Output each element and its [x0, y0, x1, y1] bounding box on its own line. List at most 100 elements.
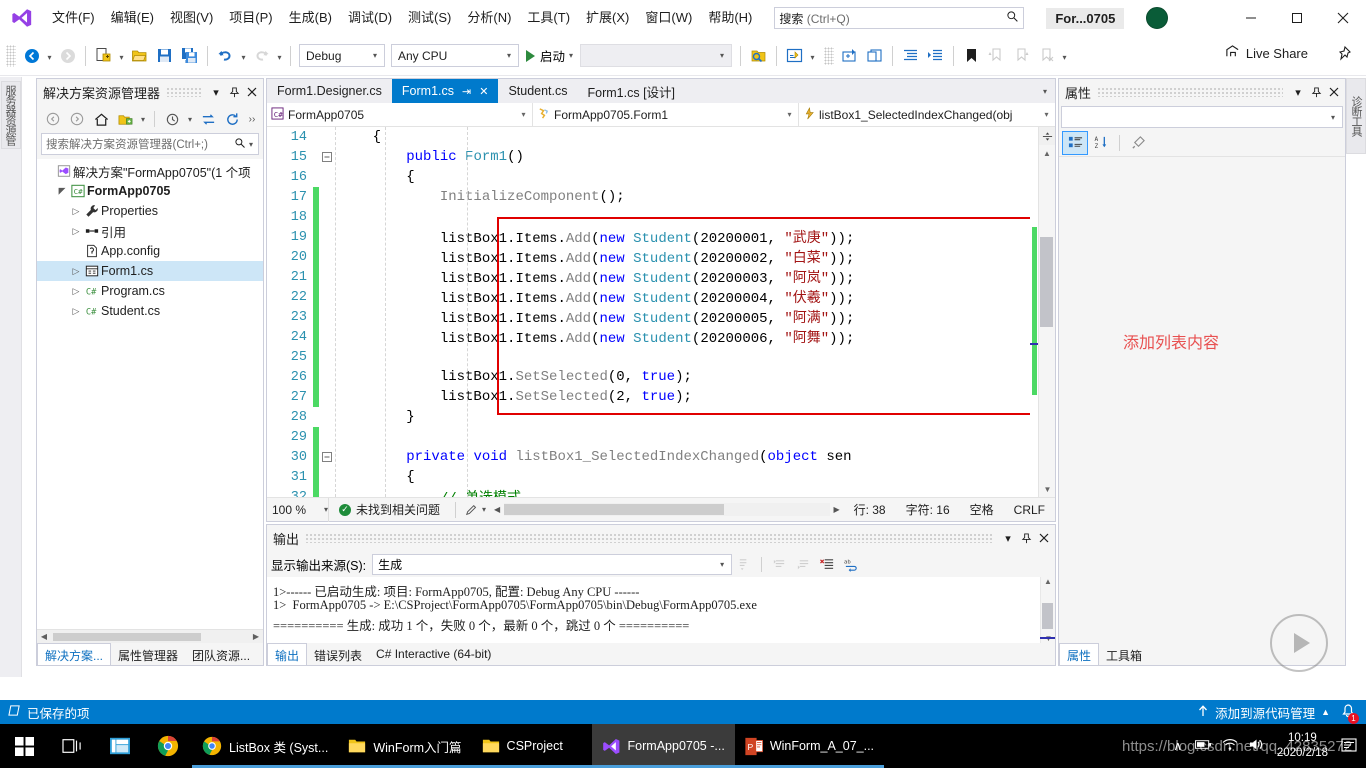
menu-item-extensions[interactable]: 扩展(X): [578, 5, 637, 31]
sidebar-item-server-explorer[interactable]: 服务器资源管理器: [1, 81, 21, 149]
minimize-button[interactable]: [1228, 0, 1274, 36]
taskbar-item-listbox-doc[interactable]: ListBox 类 (Syst...: [192, 724, 339, 768]
chevron-down-icon[interactable]: ▾: [137, 107, 149, 131]
expander-collapsed-icon[interactable]: ▷: [69, 226, 83, 237]
code-text-area[interactable]: 14 {15 public Form1() 16 {17 InitializeCo…: [267, 127, 1055, 497]
editor-horizontal-scrollbar[interactable]: ◀ ▶: [490, 501, 844, 519]
toolbar-overflow[interactable]: ▾: [1059, 43, 1070, 69]
scroll-up-icon[interactable]: ▲: [1039, 145, 1055, 161]
document-tabs-overflow-chevron-down-icon[interactable]: ▾: [1037, 79, 1053, 103]
menu-item-project[interactable]: 项目(P): [221, 5, 280, 31]
sync-icon[interactable]: [196, 107, 220, 131]
tab-[interactable]: 属性管理器: [111, 643, 185, 665]
tree-item-formapp0705[interactable]: ◢ C# FormApp0705: [37, 181, 263, 201]
scroll-left-icon[interactable]: ◀: [490, 505, 504, 514]
save-all-icon[interactable]: [177, 43, 202, 69]
scroll-up-icon[interactable]: ▲: [1041, 577, 1055, 589]
chevron-down-icon-2[interactable]: ▾: [184, 107, 196, 131]
pin-icon[interactable]: [225, 82, 243, 102]
taskbar-item-file-explorer[interactable]: [96, 724, 144, 768]
overflow-icon[interactable]: ››: [245, 107, 259, 131]
menu-item-help[interactable]: 帮助(H): [700, 5, 760, 31]
bookmark-icon[interactable]: [959, 43, 984, 69]
forward-icon[interactable]: [65, 107, 89, 131]
pin-icon[interactable]: [1336, 45, 1352, 64]
task-view-icon[interactable]: [48, 724, 96, 768]
play-overlay-icon[interactable]: [1270, 614, 1328, 672]
panel-drag-grip[interactable]: [166, 87, 201, 97]
output-vertical-scrollbar[interactable]: ▲ ▼: [1040, 577, 1055, 643]
preview-changes-dropdown[interactable]: ▾: [807, 43, 818, 69]
zoom-level-combo[interactable]: 100 % ▾: [267, 497, 329, 522]
menu-item-debug[interactable]: 调试(D): [340, 5, 400, 31]
source-control-chevron-up-icon[interactable]: ▲: [1321, 707, 1330, 717]
tab-c#interactive64bit[interactable]: C# Interactive (64-bit): [369, 643, 498, 665]
previous-message-icon[interactable]: [767, 553, 791, 575]
nav-type-combo[interactable]: FormApp0705.Form1 ▾: [533, 103, 799, 126]
solution-explorer-search-input[interactable]: 搜索解决方案资源管理器(Ctrl+;) ▾: [41, 133, 259, 155]
chevron-down-icon[interactable]: ▾: [207, 82, 225, 102]
vscroll-thumb[interactable]: [1040, 237, 1053, 327]
categorized-icon[interactable]: [1062, 130, 1088, 155]
expander-expanded-icon[interactable]: ◢: [55, 186, 69, 197]
properties-object-combo[interactable]: ▾: [1061, 106, 1343, 128]
notification-bell-icon[interactable]: 1: [1340, 703, 1359, 724]
chevron-down-icon[interactable]: ▾: [1289, 82, 1307, 102]
nav-project-combo[interactable]: C# FormApp0705 ▾: [267, 103, 533, 126]
issues-status[interactable]: ✓ 未找到相关问题: [329, 501, 450, 518]
undo-icon[interactable]: [213, 43, 238, 69]
document-tab-form1.cs[interactable]: Form1.cs ⇥ ✕: [391, 79, 499, 103]
menu-item-build[interactable]: 生成(B): [281, 5, 340, 31]
tab-[interactable]: 错误列表: [307, 643, 369, 665]
properties-page-icon[interactable]: [1125, 131, 1151, 155]
menu-item-view[interactable]: 视图(V): [162, 5, 221, 31]
alphabetical-icon[interactable]: AZ: [1088, 131, 1114, 155]
outdent-icon[interactable]: [923, 43, 948, 69]
sidebar-item-diagnostic-tools[interactable]: 诊断工具: [1346, 78, 1366, 154]
tree-item-student.cs[interactable]: ▷ C# Student.cs: [37, 301, 263, 321]
navigate-back-dropdown[interactable]: ▾: [44, 43, 55, 69]
show-all-files-icon[interactable]: [113, 107, 137, 131]
tree-item-program.cs[interactable]: ▷ C# Program.cs: [37, 281, 263, 301]
expander-collapsed-icon[interactable]: ▷: [69, 266, 83, 277]
panel-drag-grip[interactable]: [305, 533, 993, 543]
expander-collapsed-icon[interactable]: ▷: [69, 286, 83, 297]
document-tab-form1.cs[interactable]: Form1.cs [设计]: [577, 79, 686, 103]
split-view-handle[interactable]: [1039, 127, 1055, 145]
next-message-icon[interactable]: [791, 553, 815, 575]
solution-platform-combo[interactable]: Any CPU ▾: [391, 44, 519, 67]
word-wrap-icon[interactable]: ab: [839, 553, 863, 575]
document-tab-student.cs[interactable]: Student.cs: [498, 79, 578, 103]
tree-item-properties[interactable]: ▷ Properties: [37, 201, 263, 221]
taskbar-item-winform-folder[interactable]: WinForm入门篇: [338, 724, 472, 768]
windows-start-icon[interactable]: [0, 724, 48, 768]
toolbar-grip-2[interactable]: [824, 46, 835, 65]
taskbar-item-visual-studio[interactable]: FormApp0705 -...: [591, 724, 735, 768]
panel-drag-grip[interactable]: [1097, 87, 1283, 97]
process-combo[interactable]: ▾: [580, 44, 733, 67]
menu-item-tools[interactable]: 工具(T): [519, 5, 578, 31]
clear-bookmark-icon[interactable]: [1034, 43, 1059, 69]
properties-grid[interactable]: 添加列表内容: [1059, 157, 1345, 643]
hscroll-thumb[interactable]: [504, 504, 725, 515]
menu-item-edit[interactable]: 编辑(E): [103, 5, 162, 31]
chevron-down-icon[interactable]: ▾: [999, 528, 1017, 548]
new-project-icon[interactable]: [91, 43, 116, 69]
taskbar-item-powerpoint[interactable]: P WinForm_A_07_...: [734, 724, 885, 768]
refresh-icon[interactable]: [220, 107, 244, 131]
search-options-chevron-down-icon[interactable]: ▾: [246, 140, 256, 149]
scroll-right-icon[interactable]: ▶: [249, 632, 263, 641]
vscroll-thumb[interactable]: [1042, 603, 1053, 629]
close-icon[interactable]: [243, 82, 261, 102]
pin-icon[interactable]: [1307, 82, 1325, 102]
prev-bookmark-icon[interactable]: [1009, 43, 1034, 69]
next-bookmark-icon[interactable]: [984, 43, 1009, 69]
close-icon[interactable]: [1035, 528, 1053, 548]
new-project-dropdown[interactable]: ▾: [116, 43, 127, 69]
navigate-forward-icon[interactable]: [55, 43, 80, 69]
pen-icon[interactable]: ▾: [461, 503, 490, 517]
close-icon[interactable]: [1325, 82, 1343, 102]
tree-item-formapp07051[interactable]: 解决方案"FormApp0705"(1 个项: [37, 161, 263, 181]
menu-item-analyze[interactable]: 分析(N): [459, 5, 519, 31]
hscroll-track[interactable]: [504, 503, 830, 516]
